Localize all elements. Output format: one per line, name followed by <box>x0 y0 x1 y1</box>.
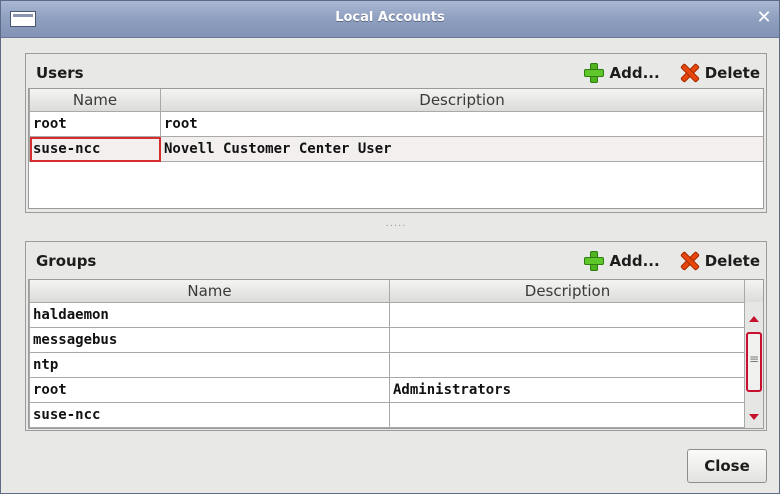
scrollbar-header-corner <box>744 280 763 303</box>
window-close-button[interactable]: ✕ <box>753 7 775 29</box>
groups-col-description[interactable]: Description <box>389 280 746 303</box>
plus-icon <box>583 62 605 84</box>
users-table: Name Description root root suse-ncc Nove… <box>28 88 764 209</box>
table-row[interactable]: root root <box>29 111 763 137</box>
groups-table: Name Description haldaemon messagebus nt… <box>28 279 764 429</box>
table-row[interactable]: suse-ncc <box>29 402 746 428</box>
users-add-label: Add... <box>609 64 660 82</box>
table-row[interactable]: haldaemon <box>29 302 746 328</box>
delete-x-icon <box>678 250 700 272</box>
groups-col-name[interactable]: Name <box>29 280 390 303</box>
group-name-cell[interactable]: suse-ncc <box>29 402 390 428</box>
groups-delete-label: Delete <box>704 252 760 270</box>
table-row-selected[interactable]: suse-ncc Novell Customer Center User <box>29 136 763 162</box>
table-row[interactable]: ntp <box>29 352 746 378</box>
close-button[interactable]: Close <box>687 449 767 483</box>
group-name-cell[interactable]: messagebus <box>29 327 390 353</box>
group-description-cell[interactable] <box>389 352 746 378</box>
users-delete-button[interactable]: Delete <box>678 62 760 84</box>
group-description-cell[interactable] <box>389 402 746 428</box>
table-row[interactable]: messagebus <box>29 327 746 353</box>
title-bar[interactable]: Local Accounts ✕ <box>1 1 779 38</box>
groups-title: Groups <box>36 252 97 270</box>
users-col-description[interactable]: Description <box>160 89 763 112</box>
group-description-cell[interactable] <box>389 302 746 328</box>
user-description-cell[interactable]: Novell Customer Center User <box>160 136 763 162</box>
group-name-cell[interactable]: haldaemon <box>29 302 390 328</box>
panel-splitter[interactable]: ..... <box>25 215 767 237</box>
arrow-up-icon[interactable] <box>745 310 763 328</box>
user-name-cell[interactable]: suse-ncc <box>29 136 161 162</box>
delete-x-icon <box>678 62 700 84</box>
users-delete-label: Delete <box>704 64 760 82</box>
groups-scrollbar[interactable] <box>744 302 763 428</box>
users-col-name[interactable]: Name <box>29 89 161 112</box>
users-title: Users <box>36 64 84 82</box>
local-accounts-dialog: Local Accounts ✕ Users Add... Delete Nam… <box>0 0 780 494</box>
groups-panel: Groups Add... Delete Name Description ha… <box>25 241 767 431</box>
groups-add-label: Add... <box>609 252 660 270</box>
groups-delete-button[interactable]: Delete <box>678 250 760 272</box>
group-description-cell[interactable] <box>389 327 746 353</box>
group-name-cell[interactable]: ntp <box>29 352 390 378</box>
users-actions: Add... Delete <box>583 60 760 86</box>
scrollbar-thumb[interactable] <box>746 332 762 392</box>
user-name-cell[interactable]: root <box>29 111 161 137</box>
groups-actions: Add... Delete <box>583 248 760 274</box>
table-row[interactable]: root Administrators <box>29 377 746 403</box>
arrow-down-icon[interactable] <box>745 408 763 426</box>
users-panel: Users Add... Delete Name Description roo… <box>25 53 767 213</box>
plus-icon <box>583 250 605 272</box>
groups-add-button[interactable]: Add... <box>583 250 660 272</box>
user-description-cell[interactable]: root <box>160 111 763 137</box>
group-name-cell[interactable]: root <box>29 377 390 403</box>
window-title: Local Accounts <box>335 10 445 25</box>
group-description-cell[interactable]: Administrators <box>389 377 746 403</box>
users-add-button[interactable]: Add... <box>583 62 660 84</box>
